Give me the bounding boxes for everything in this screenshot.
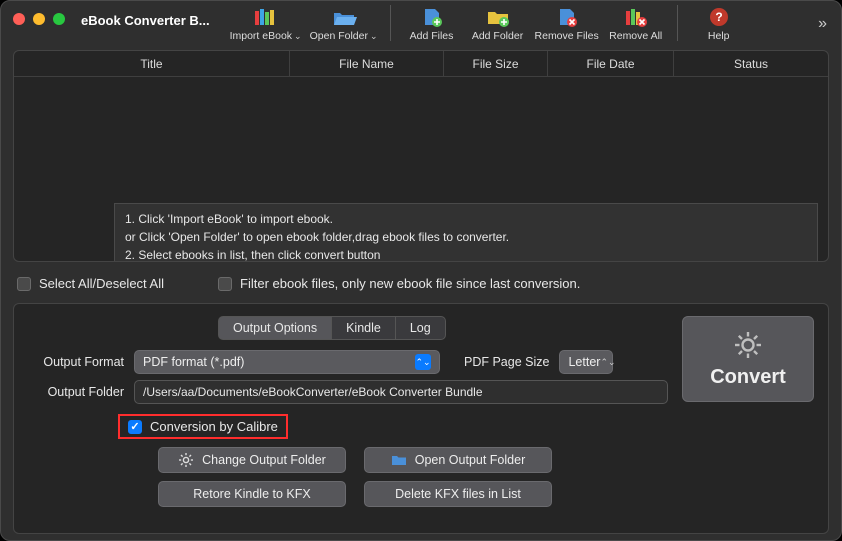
close-window[interactable] xyxy=(13,13,25,25)
output-folder-field[interactable]: /Users/aa/Documents/eBookConverter/eBook… xyxy=(134,380,668,404)
file-remove-icon xyxy=(554,7,580,27)
file-add-icon xyxy=(419,7,445,27)
titlebar: eBook Converter B... Import eBook⌄ Open … xyxy=(1,1,841,42)
pdf-page-size-label: PDF Page Size xyxy=(464,355,549,369)
list-header: Title File Name File Size File Date Stat… xyxy=(14,51,828,77)
checkbox-label: Conversion by Calibre xyxy=(150,419,278,434)
toolbar: Import eBook⌄ Open Folder⌄ Add Files xyxy=(228,5,750,42)
options-column: Output Options Kindle Log Output Format … xyxy=(28,316,668,515)
select-value: PDF format (*.pdf) xyxy=(143,355,244,369)
kfx-button-row: Retore Kindle to KFX Delete KFX files in… xyxy=(158,481,668,507)
gear-icon xyxy=(178,452,194,468)
hint-line: or Click 'Open Folder' to open ebook fol… xyxy=(125,228,807,246)
chevron-down-icon: ⌄ xyxy=(370,31,378,42)
output-format-row: Output Format PDF format (*.pdf) ⌃⌄ PDF … xyxy=(28,350,668,374)
add-folder-button[interactable]: Add Folder xyxy=(467,5,529,42)
chevron-updown-icon: ⌃⌄ xyxy=(415,354,431,370)
svg-text:?: ? xyxy=(715,10,722,24)
select-value: Letter xyxy=(568,355,600,369)
window-controls xyxy=(13,13,65,25)
col-status[interactable]: Status xyxy=(674,51,828,76)
books-remove-icon xyxy=(623,7,649,27)
list-body[interactable]: 1. Click 'Import eBook' to import ebook.… xyxy=(14,77,828,261)
books-icon xyxy=(253,7,279,27)
remove-files-button[interactable]: Remove Files xyxy=(533,5,601,42)
folder-icon xyxy=(391,452,407,468)
calibre-highlight: Conversion by Calibre xyxy=(118,414,288,439)
pdf-page-size-select[interactable]: Letter ⌃⌄ xyxy=(559,350,613,374)
help-button[interactable]: ? Help xyxy=(688,5,750,42)
add-files-button[interactable]: Add Files xyxy=(401,5,463,42)
checkbox-icon xyxy=(17,277,31,291)
hint-line: 2. Select ebooks in list, then click con… xyxy=(125,246,807,262)
checkbox-checked-icon xyxy=(128,420,142,434)
col-title[interactable]: Title xyxy=(14,51,290,76)
conversion-by-calibre-checkbox[interactable]: Conversion by Calibre xyxy=(128,419,278,434)
checkbox-icon xyxy=(218,277,232,291)
checkbox-label: Filter ebook files, only new ebook file … xyxy=(240,276,580,291)
filter-new-checkbox[interactable]: Filter ebook files, only new ebook file … xyxy=(218,276,580,291)
output-folder-row: Output Folder /Users/aa/Documents/eBookC… xyxy=(28,380,668,404)
restore-kindle-button[interactable]: Retore Kindle to KFX xyxy=(158,481,346,507)
checkbox-label: Select All/Deselect All xyxy=(39,276,164,291)
zoom-window[interactable] xyxy=(53,13,65,25)
help-icon: ? xyxy=(706,7,732,27)
open-output-folder-button[interactable]: Open Output Folder xyxy=(364,447,552,473)
option-tabs: Output Options Kindle Log xyxy=(218,316,668,340)
hint-overlay: 1. Click 'Import eBook' to import ebook.… xyxy=(114,203,818,262)
delete-kfx-button[interactable]: Delete KFX files in List xyxy=(364,481,552,507)
app-window: eBook Converter B... Import eBook⌄ Open … xyxy=(0,0,842,541)
col-file-size[interactable]: File Size xyxy=(444,51,548,76)
chevron-down-icon: ⌄ xyxy=(294,31,302,42)
select-all-checkbox[interactable]: Select All/Deselect All xyxy=(17,276,164,291)
import-ebook-button[interactable]: Import eBook⌄ xyxy=(228,5,304,42)
ebook-list-panel: Title File Name File Size File Date Stat… xyxy=(13,50,829,262)
folder-add-icon xyxy=(485,7,511,27)
tab-output-options[interactable]: Output Options xyxy=(218,316,332,340)
list-options: Select All/Deselect All Filter ebook fil… xyxy=(13,270,829,295)
convert-column: Convert xyxy=(682,316,814,515)
bottom-panel: Output Options Kindle Log Output Format … xyxy=(13,303,829,534)
hint-line: 1. Click 'Import eBook' to import ebook. xyxy=(125,210,807,228)
remove-all-button[interactable]: Remove All xyxy=(605,5,667,42)
col-file-name[interactable]: File Name xyxy=(290,51,444,76)
app-title: eBook Converter B... xyxy=(81,13,210,28)
output-format-label: Output Format xyxy=(28,355,124,369)
convert-button[interactable]: Convert xyxy=(682,316,814,402)
tab-kindle[interactable]: Kindle xyxy=(332,316,396,340)
output-format-select[interactable]: PDF format (*.pdf) ⌃⌄ xyxy=(134,350,440,374)
col-file-date[interactable]: File Date xyxy=(548,51,674,76)
content-area: Title File Name File Size File Date Stat… xyxy=(1,42,841,541)
folder-button-row: Change Output Folder Open Output Folder xyxy=(158,447,668,473)
change-output-folder-button[interactable]: Change Output Folder xyxy=(158,447,346,473)
toolbar-overflow[interactable]: » xyxy=(818,15,827,33)
toolbar-separator xyxy=(677,5,678,41)
convert-label: Convert xyxy=(710,366,786,389)
folder-open-icon xyxy=(331,7,357,27)
open-folder-button[interactable]: Open Folder⌄ xyxy=(308,5,380,42)
gear-icon xyxy=(733,330,763,360)
chevron-updown-icon: ⌃⌄ xyxy=(600,357,615,368)
minimize-window[interactable] xyxy=(33,13,45,25)
output-folder-label: Output Folder xyxy=(28,385,124,399)
toolbar-separator xyxy=(390,5,391,41)
tab-log[interactable]: Log xyxy=(396,316,446,340)
